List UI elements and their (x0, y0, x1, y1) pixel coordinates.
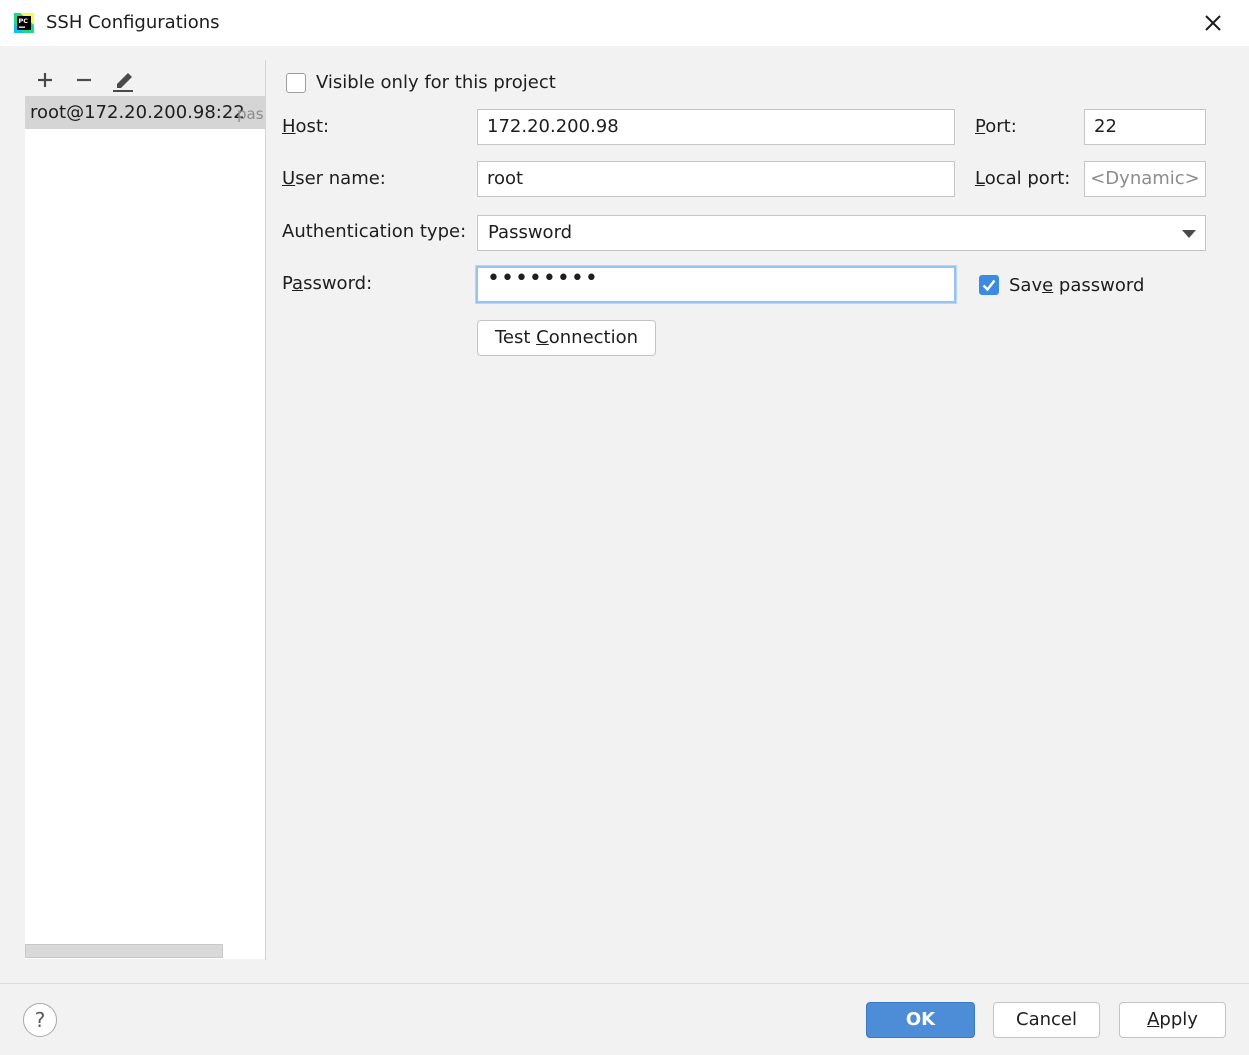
password-label: Password: (282, 273, 373, 294)
host-field[interactable]: 172.20.200.98 (477, 109, 955, 145)
auth-type-value: Password (488, 222, 573, 243)
dialog-body: root@172.20.200.98:22 pas Visible only f… (0, 46, 1249, 983)
title-bar: PC SSH Configurations (0, 0, 1249, 46)
minus-icon[interactable] (69, 64, 99, 94)
list-item[interactable]: root@172.20.200.98:22 pas (25, 97, 265, 129)
close-icon[interactable] (1198, 8, 1228, 38)
host-label: Host: (282, 116, 330, 137)
username-label: User name: (282, 168, 386, 189)
list-toolbar (25, 60, 266, 96)
horizontal-scrollbar[interactable] (25, 944, 223, 958)
chevron-down-icon (1182, 230, 1196, 238)
dialog-footer: ? OK Cancel Apply (0, 984, 1249, 1055)
password-field[interactable]: •••••••• (476, 266, 956, 303)
port-label: Port: (975, 116, 1017, 137)
visible-only-label: Visible only for this project (316, 72, 556, 93)
local-port-field[interactable]: <Dynamic> (1084, 161, 1206, 197)
cancel-button[interactable]: Cancel (993, 1002, 1100, 1038)
save-password-label: Save password (1009, 275, 1145, 296)
window-title: SSH Configurations (46, 12, 220, 33)
local-port-label: Local port: (975, 168, 1071, 189)
password-value: •••••••• (487, 266, 599, 291)
auth-type-label: Authentication type: (282, 221, 467, 242)
checkmark-icon (982, 279, 996, 292)
configurations-list: root@172.20.200.98:22 pas (25, 97, 265, 959)
plus-icon[interactable] (30, 64, 60, 94)
configurations-panel: root@172.20.200.98:22 pas (25, 60, 266, 960)
list-item-auth: pas (237, 105, 264, 123)
panel-divider (265, 60, 266, 960)
svg-text:PC: PC (19, 17, 29, 25)
list-item-host: root@172.20.200.98:22 (30, 102, 245, 123)
port-field[interactable]: 22 (1084, 109, 1206, 145)
username-field[interactable]: root (477, 161, 955, 197)
ok-button[interactable]: OK (866, 1002, 975, 1038)
visible-only-checkbox[interactable] (286, 73, 306, 93)
test-connection-button[interactable]: Test Connection (477, 320, 656, 356)
auth-type-select[interactable]: Password (477, 215, 1206, 251)
pycharm-icon: PC (14, 13, 34, 33)
pencil-icon[interactable] (108, 64, 138, 94)
apply-button[interactable]: Apply (1119, 1002, 1226, 1038)
save-password-checkbox[interactable] (979, 275, 999, 295)
help-button[interactable]: ? (23, 1003, 57, 1037)
